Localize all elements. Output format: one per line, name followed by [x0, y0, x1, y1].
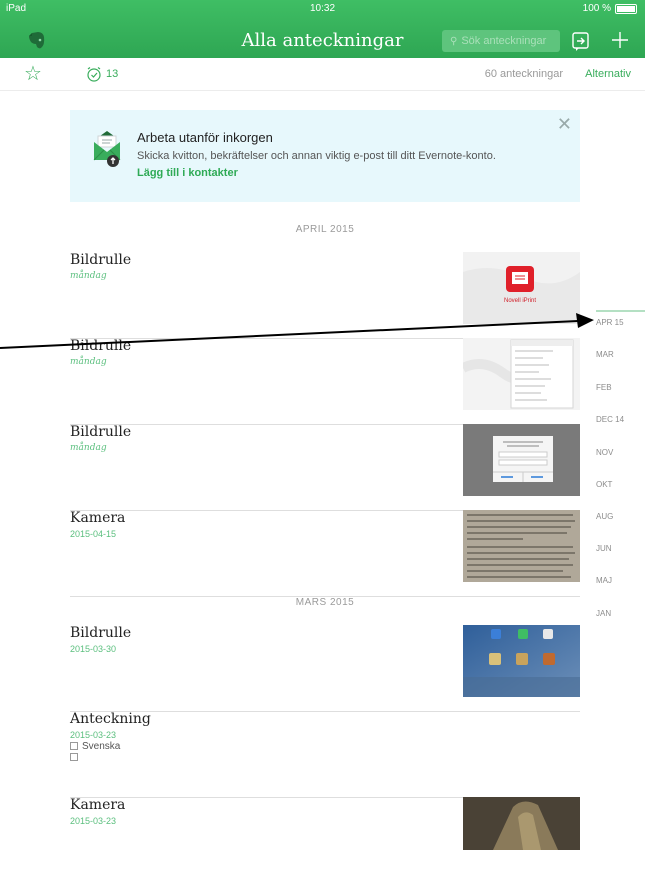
- note-list-item[interactable]: Anteckning 2015-03-23 Svenska: [70, 711, 580, 798]
- index-nov[interactable]: NOV: [596, 448, 613, 457]
- note-thumbnail: [463, 424, 580, 496]
- work-chat-icon[interactable]: [570, 30, 592, 52]
- banner-title: Arbeta utanför inkorgen: [137, 130, 273, 145]
- close-icon[interactable]: ✕: [557, 114, 572, 135]
- note-date: 2015-03-30: [70, 644, 117, 654]
- battery-percent: 100 %: [582, 3, 611, 14]
- new-note-plus-icon[interactable]: [608, 28, 632, 52]
- filter-bar: ☆ 13 60 anteckningar Alternativ: [0, 58, 645, 91]
- note-title: Bildrulle: [70, 252, 132, 268]
- shortcuts-star-icon[interactable]: ☆: [24, 63, 42, 85]
- add-to-contacts-link[interactable]: Lägg till i kontakter: [137, 167, 238, 179]
- reminder-count: 13: [106, 68, 119, 80]
- note-list-item[interactable]: Bildrulle måndag: [70, 424, 580, 511]
- alarm-clock-icon: [87, 67, 101, 82]
- note-thumbnail: [463, 510, 580, 582]
- checklist-text: Svenska: [82, 741, 121, 752]
- note-list-item[interactable]: Bildrulle måndag: [70, 338, 580, 425]
- note-date: 2015-03-23: [70, 730, 117, 740]
- note-title: Kamera: [70, 797, 126, 813]
- note-list-item[interactable]: Bildrulle 2015-03-30: [70, 625, 580, 712]
- note-title: Bildrulle: [70, 424, 132, 440]
- battery-indicator: 100 %: [583, 3, 637, 14]
- note-date: måndag: [70, 271, 107, 281]
- search-input[interactable]: ⚲ Sök anteckningar: [442, 30, 560, 52]
- search-placeholder: Sök anteckningar: [461, 35, 547, 47]
- battery-icon: [615, 3, 637, 14]
- note-date: måndag: [70, 357, 107, 367]
- index-feb[interactable]: FEB: [596, 383, 612, 392]
- banner-description: Skicka kvitton, bekräftelser och annan v…: [137, 150, 496, 162]
- note-count: 60 anteckningar: [484, 68, 563, 80]
- checkbox-icon[interactable]: [70, 742, 78, 751]
- note-title: Bildrulle: [70, 338, 132, 354]
- index-aug[interactable]: AUG: [596, 512, 613, 521]
- note-thumbnail: [463, 797, 580, 850]
- note-date: måndag: [70, 443, 107, 453]
- note-list-item[interactable]: Kamera 2015-03-23: [70, 797, 580, 883]
- index-dec14[interactable]: DEC 14: [596, 415, 624, 424]
- note-title: Kamera: [70, 510, 126, 526]
- inbox-promo-banner: Arbeta utanför inkorgen Skicka kvitton, …: [70, 110, 580, 202]
- index-okt[interactable]: OKT: [596, 480, 612, 489]
- note-list-item[interactable]: Kamera 2015-04-15: [70, 510, 580, 597]
- note-date: 2015-03-23: [70, 816, 117, 826]
- status-bar: iPad 10:32 100 %: [0, 0, 645, 18]
- index-maj[interactable]: MAJ: [596, 576, 612, 585]
- index-selection-indicator: [596, 310, 645, 312]
- checkbox-icon[interactable]: [70, 753, 78, 762]
- reminders-button[interactable]: 13: [86, 66, 118, 82]
- options-button[interactable]: Alternativ: [585, 68, 631, 80]
- note-list-item[interactable]: Bildrulle måndag Novell iPrint: [70, 252, 580, 339]
- index-jan[interactable]: JAN: [596, 609, 611, 618]
- index-jun[interactable]: JUN: [596, 544, 612, 553]
- note-title: Anteckning: [70, 711, 151, 727]
- note-title: Bildrulle: [70, 625, 132, 641]
- top-navigation-bar: iPad 10:32 100 % Alla anteckningar ⚲ Sök …: [0, 0, 645, 58]
- index-mar[interactable]: MAR: [596, 350, 614, 359]
- section-header-mars: MARS 2015: [295, 597, 355, 608]
- clock: 10:32: [309, 3, 336, 14]
- section-header-april: APRIL 2015: [295, 224, 355, 235]
- email-envelope-icon: [93, 131, 121, 167]
- note-thumbnail: Novell iPrint: [463, 252, 580, 324]
- checklist-item: [70, 752, 120, 763]
- note-checklist: Svenska: [70, 741, 120, 763]
- checklist-item: Svenska: [70, 741, 120, 752]
- note-thumbnail: [463, 338, 580, 410]
- thumb-noveli-label: Novell iPrint: [504, 298, 536, 304]
- search-icon: ⚲: [450, 36, 458, 47]
- index-apr15[interactable]: APR 15: [596, 318, 624, 327]
- note-date: 2015-04-15: [70, 529, 117, 539]
- note-thumbnail: [463, 625, 580, 697]
